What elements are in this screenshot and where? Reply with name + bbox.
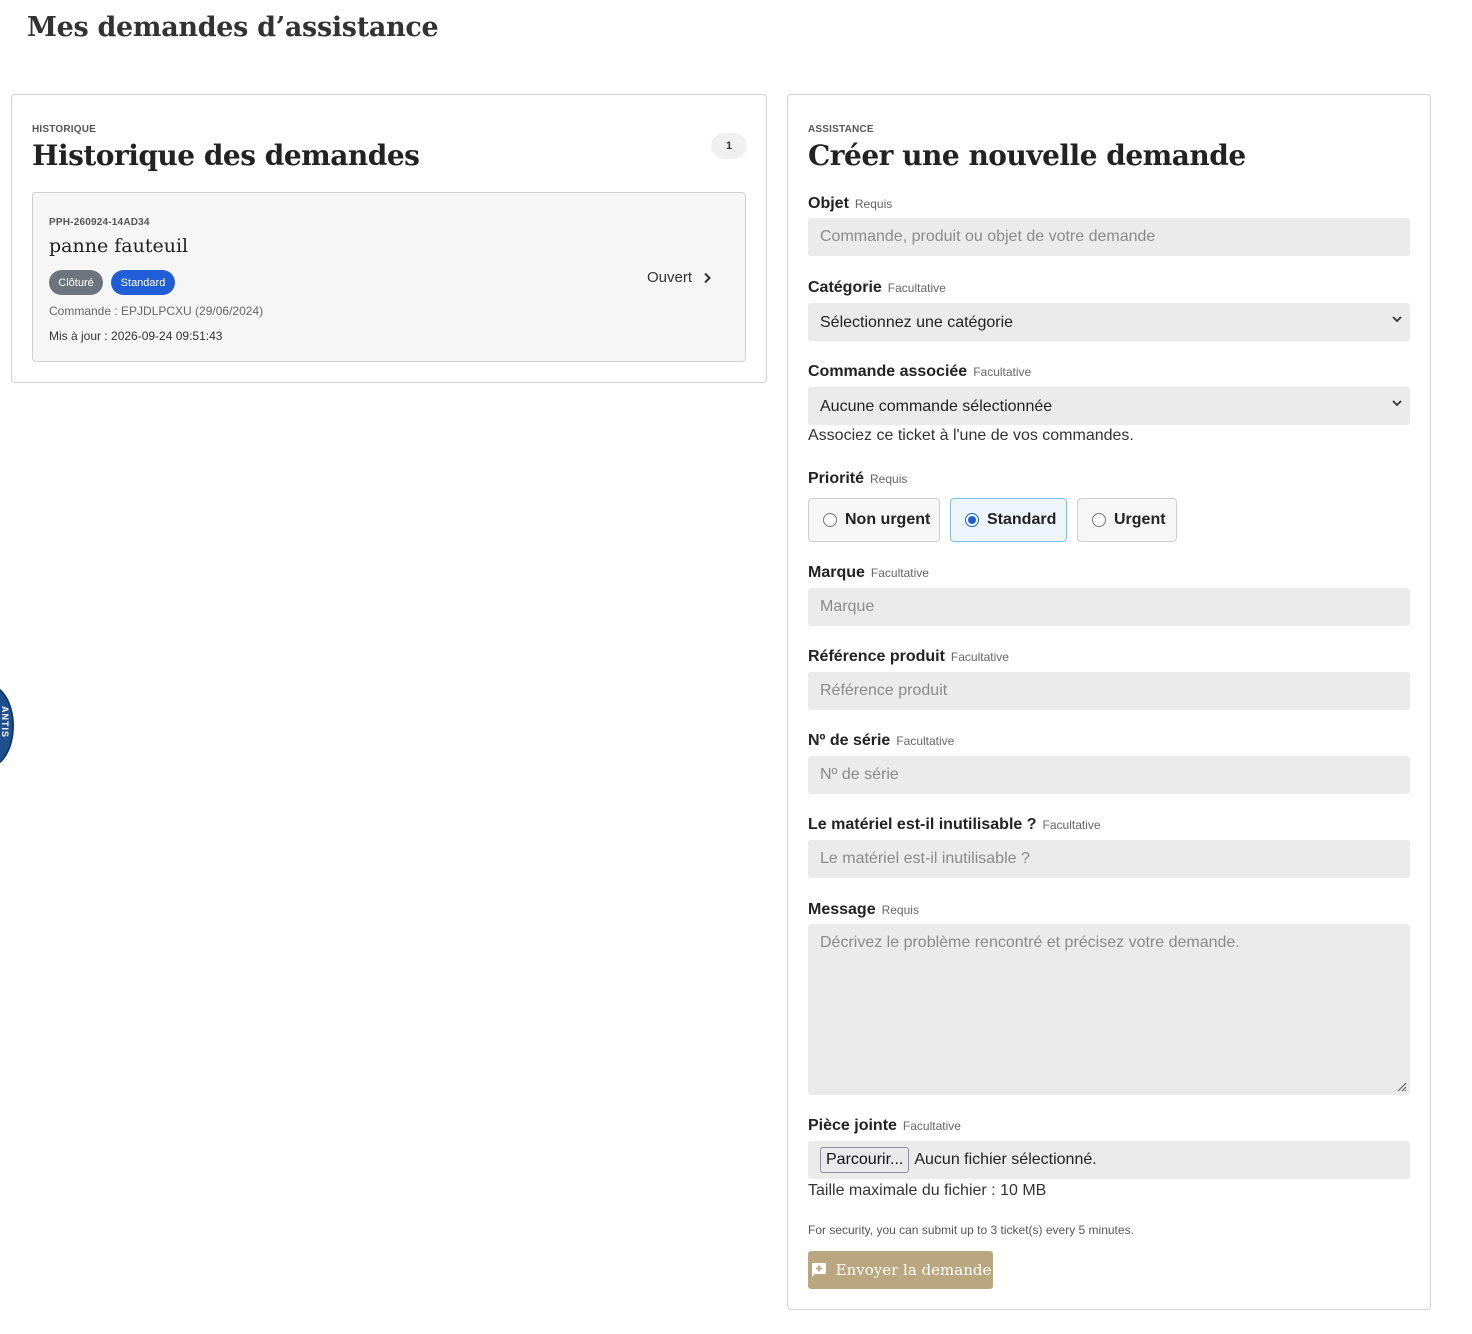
- history-card: HISTORIQUE Historique des demandes 1 PPH…: [11, 94, 767, 383]
- required-tag: Requis: [870, 472, 908, 486]
- ticket-priority-badge: Standard: [111, 270, 175, 295]
- required-tag: Requis: [881, 903, 919, 917]
- priority-option-label: Standard: [987, 511, 1057, 528]
- ticket-updated: Mis à jour : 2026-09-24 09:51:43: [49, 329, 223, 343]
- priority-option-label: Non urgent: [845, 511, 931, 528]
- brand-label-text: Marque: [808, 564, 865, 581]
- optional-tag: Facultative: [870, 566, 929, 580]
- order-label: Commande associée Facultative: [808, 363, 1031, 381]
- ticket-open-link[interactable]: Ouvert: [647, 269, 712, 286]
- optional-tag: Facultative: [902, 1119, 961, 1133]
- unusable-label-text: Le matériel est-il inutilisable ?: [808, 816, 1037, 833]
- product-ref-label-text: Référence produit: [808, 648, 945, 665]
- radio-unchecked-icon[interactable]: [823, 513, 837, 527]
- attachment-help-text: Taille maximale du fichier : 10 MB: [808, 1182, 1047, 1199]
- optional-tag: Facultative: [896, 734, 955, 748]
- subject-label-text: Objet: [808, 195, 849, 212]
- attachment-label-text: Pièce jointe: [808, 1117, 897, 1134]
- subject-label: Objet Requis: [808, 195, 892, 213]
- brand-input[interactable]: [808, 588, 1410, 626]
- priority-option-label: Urgent: [1114, 511, 1166, 528]
- order-label-text: Commande associée: [808, 363, 968, 380]
- ticket-id: PPH-260924-14AD34: [49, 217, 150, 228]
- message-label-text: Message: [808, 901, 876, 918]
- ticket-order: Commande : EPJDLPCXU (29/06/2024): [49, 304, 264, 318]
- form-eyebrow: ASSISTANCE: [808, 124, 874, 135]
- optional-tag: Facultative: [973, 365, 1032, 379]
- chevron-right-icon: [704, 272, 711, 283]
- security-note: For security, you can submit up to 3 tic…: [808, 1223, 1134, 1237]
- ticket-item[interactable]: PPH-260924-14AD34 panne fauteuil Clôturé…: [32, 192, 746, 362]
- serial-label-text: Nº de série: [808, 732, 891, 749]
- unusable-label: Le matériel est-il inutilisable ? Faculta…: [808, 816, 1101, 834]
- new-ticket-card: ASSISTANCE Créer une nouvelle demande Ob…: [787, 94, 1431, 1310]
- radio-checked-icon[interactable]: [965, 513, 979, 527]
- form-heading: Créer une nouvelle demande: [808, 139, 1246, 172]
- order-help-text: Associez ce ticket à l'une de vos comman…: [808, 427, 1134, 444]
- category-select-wrap[interactable]: Sélectionnez une catégorie: [808, 303, 1410, 341]
- optional-tag: Facultative: [887, 281, 946, 295]
- priority-option-standard[interactable]: Standard: [950, 498, 1067, 542]
- required-tag: Requis: [854, 197, 893, 211]
- trust-seal-text: ANTIS: [0, 706, 10, 738]
- history-eyebrow: HISTORIQUE: [32, 124, 97, 135]
- file-status-text: Aucun fichier sélectionné.: [914, 1151, 1097, 1168]
- submit-ticket-button[interactable]: Envoyer la demande: [808, 1251, 993, 1289]
- radio-unchecked-icon[interactable]: [1092, 513, 1106, 527]
- category-label-text: Catégorie: [808, 279, 882, 296]
- optional-tag: Facultative: [1042, 818, 1101, 832]
- page-title: Mes demandes d’assistance: [27, 12, 439, 43]
- priority-label-text: Priorité: [808, 470, 865, 487]
- product-ref-label: Référence produit Facultative: [808, 648, 1009, 666]
- priority-option-urgent[interactable]: Urgent: [1077, 498, 1177, 542]
- submit-ticket-label: Envoyer la demande: [835, 1261, 992, 1279]
- order-select-wrap[interactable]: Aucune commande sélectionnée: [808, 387, 1410, 425]
- browse-file-button[interactable]: Parcourir...: [820, 1147, 910, 1173]
- attachment-label: Pièce jointe Facultative: [808, 1117, 961, 1135]
- serial-label: Nº de série Facultative: [808, 732, 954, 750]
- history-count-badge: 1: [711, 133, 747, 159]
- subject-input[interactable]: [808, 218, 1410, 256]
- ticket-status-badge: Clôturé: [49, 270, 103, 295]
- priority-option-non-urgent[interactable]: Non urgent: [808, 498, 940, 542]
- history-heading: Historique des demandes: [32, 139, 420, 172]
- brand-label: Marque Facultative: [808, 564, 929, 582]
- trust-seal-badge[interactable]: ANTIS: [0, 684, 14, 768]
- unusable-input[interactable]: [808, 840, 1410, 878]
- attachment-file-input[interactable]: Parcourir... Aucun fichier sélectionné.: [808, 1141, 1410, 1179]
- ticket-title: panne fauteuil: [49, 235, 189, 257]
- message-label: Message Requis: [808, 901, 919, 919]
- optional-tag: Facultative: [950, 650, 1009, 664]
- add-comment-icon: [811, 1263, 826, 1277]
- category-select[interactable]: Sélectionnez une catégorie: [808, 303, 1410, 341]
- serial-input[interactable]: [808, 756, 1410, 794]
- priority-label: Priorité Requis: [808, 470, 907, 488]
- order-select[interactable]: Aucune commande sélectionnée: [808, 387, 1410, 425]
- message-textarea[interactable]: [808, 924, 1410, 1095]
- ticket-open-label: Ouvert: [647, 269, 693, 286]
- product-ref-input[interactable]: [808, 672, 1410, 710]
- category-label: Catégorie Facultative: [808, 279, 946, 297]
